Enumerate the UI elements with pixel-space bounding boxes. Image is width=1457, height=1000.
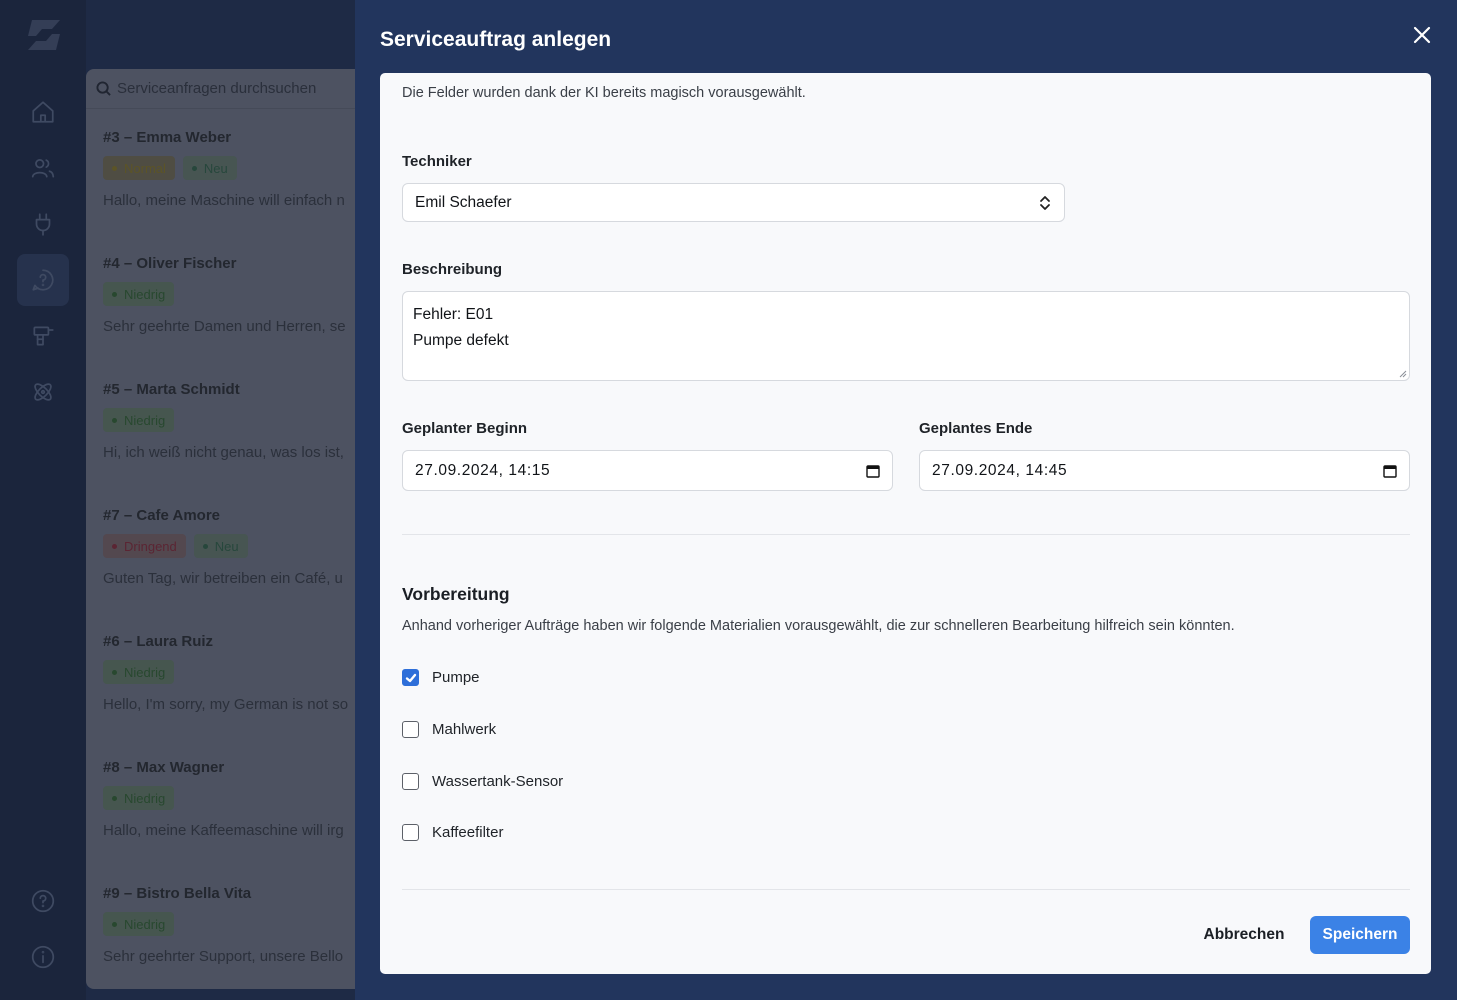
nav-users[interactable]	[17, 142, 69, 194]
list-item[interactable]: #4 – Oliver Fischer Niedrig Sehr geehrte…	[86, 235, 386, 361]
list-item-title: #3 – Emma Weber	[103, 129, 232, 146]
save-button[interactable]: Speichern	[1310, 916, 1410, 954]
priority-badge: Niedrig	[103, 282, 175, 306]
list-item-title: #6 – Laura Ruiz	[103, 633, 214, 650]
priority-badge: Dringend	[103, 534, 186, 558]
list-item[interactable]: #9 – Bistro Bella Vita Niedrig Sehr geeh…	[86, 865, 386, 989]
nav-help[interactable]	[17, 875, 69, 927]
drill-icon	[33, 326, 54, 346]
checkbox-unchecked[interactable]	[402, 773, 419, 790]
material-label: Pumpe	[432, 669, 480, 686]
nav-home[interactable]	[17, 86, 69, 138]
close-icon	[1413, 26, 1431, 44]
checkbox-checked[interactable]	[402, 669, 419, 686]
list-item-preview: Sehr geehrte Damen und Herren, se	[103, 318, 346, 335]
list-item[interactable]: #8 – Max Wagner Niedrig Hallo, meine Kaf…	[86, 739, 386, 865]
service-order-modal: Serviceauftrag anlegen Die Felder wurden…	[355, 0, 1457, 1000]
cancel-button[interactable]: Abbrechen	[1192, 916, 1296, 954]
intro-text: Die Felder wurden dank der KI bereits ma…	[402, 85, 806, 101]
modal-card: Die Felder wurden dank der KI bereits ma…	[380, 73, 1431, 974]
start-value: 27.09.2024, 14:15	[415, 461, 551, 479]
nav-info[interactable]	[17, 931, 69, 983]
info-icon	[31, 945, 55, 969]
list-item-title: #5 – Marta Schmidt	[103, 381, 240, 398]
divider	[402, 889, 1410, 890]
priority-badge: Niedrig	[103, 408, 175, 432]
list-item-title: #9 – Bistro Bella Vita	[103, 885, 252, 902]
material-label: Kaffeefilter	[432, 824, 504, 841]
technician-select[interactable]: Emil Schaefer	[402, 183, 1065, 222]
description-line: Fehler: E01	[413, 306, 494, 323]
material-checkbox-mahlwerk[interactable]: Mahlwerk	[402, 721, 496, 738]
list-item-preview: Hallo, meine Maschine will einfach n	[103, 192, 345, 209]
home-icon	[32, 101, 54, 123]
search-bar[interactable]: Serviceanfragen durchsuchen	[86, 69, 386, 109]
nav-integrations[interactable]	[17, 366, 69, 418]
list-item-preview: Hello, I'm sorry, my German is not so	[103, 696, 349, 713]
list-item[interactable]: #7 – Cafe Amore Dringend Neu Guten Tag, …	[86, 487, 386, 613]
search-icon	[96, 81, 111, 96]
technician-label: Techniker	[402, 153, 472, 170]
check-icon	[405, 673, 416, 682]
divider	[402, 534, 1410, 535]
list-item[interactable]: #3 – Emma Weber Normal Neu Hallo, meine …	[86, 109, 386, 235]
list-item-preview: Hallo, meine Kaffeemaschine will irg	[103, 822, 344, 839]
start-label: Geplanter Beginn	[402, 420, 528, 437]
status-badge: Neu	[182, 156, 237, 180]
checkbox-unchecked[interactable]	[402, 824, 419, 841]
nav-rail	[0, 0, 86, 1000]
priority-badge: Niedrig	[103, 912, 175, 936]
modal-title: Serviceauftrag anlegen	[380, 28, 612, 51]
list-item[interactable]: #5 – Marta Schmidt Niedrig Hi, ich weiß …	[86, 361, 386, 487]
list-item[interactable]: #6 – Laura Ruiz Niedrig Hello, I'm sorry…	[86, 613, 386, 739]
calendar-icon[interactable]	[866, 464, 880, 478]
status-badge: Neu	[193, 534, 248, 558]
list-item-preview: Hi, ich weiß nicht genau, was los ist,	[103, 444, 344, 461]
preparation-title: Vorbereitung	[402, 584, 510, 604]
end-datetime-input[interactable]: 27.09.2024, 14:45	[919, 450, 1410, 491]
list-item-preview: Sehr geehrter Support, unsere Bello	[103, 948, 344, 965]
chat-help-icon	[32, 269, 54, 291]
search-input[interactable]: Serviceanfragen durchsuchen	[117, 80, 316, 97]
end-label: Geplantes Ende	[919, 420, 1033, 437]
logo-icon	[28, 20, 60, 50]
start-datetime-input[interactable]: 27.09.2024, 14:15	[402, 450, 893, 491]
resize-grip-icon[interactable]	[1398, 369, 1407, 378]
priority-badge: Niedrig	[103, 660, 175, 684]
users-icon	[31, 159, 55, 178]
description-label: Beschreibung	[402, 261, 503, 278]
help-circle-icon	[31, 889, 55, 913]
list-item-title: #4 – Oliver Fischer	[103, 255, 237, 272]
material-label: Mahlwerk	[432, 721, 497, 738]
calendar-icon[interactable]	[1383, 464, 1397, 478]
chevron-up-down-icon	[1040, 195, 1050, 210]
nav-tools[interactable]	[17, 310, 69, 362]
material-checkbox-pumpe[interactable]: Pumpe	[402, 669, 480, 686]
description-textarea[interactable]: Fehler: E01 Pumpe defekt	[402, 291, 1410, 381]
checkbox-unchecked[interactable]	[402, 721, 419, 738]
list-item-title: #7 – Cafe Amore	[103, 507, 220, 524]
nav-requests[interactable]	[17, 254, 69, 306]
priority-badge: Normal	[103, 156, 175, 180]
request-list: Serviceanfragen durchsuchen #3 – Emma We…	[86, 69, 386, 989]
list-item-preview: Guten Tag, wir betreiben ein Café, u	[103, 570, 343, 587]
nav-plug[interactable]	[17, 198, 69, 250]
material-checkbox-kaffeefilter[interactable]: Kaffeefilter	[402, 824, 503, 841]
plug-icon	[35, 213, 51, 236]
atom-icon	[34, 383, 52, 401]
material-checkbox-wassertank-sensor[interactable]: Wassertank-Sensor	[402, 773, 563, 790]
end-value: 27.09.2024, 14:45	[932, 461, 1068, 479]
description-line: Pumpe defekt	[413, 332, 509, 349]
preparation-description: Anhand vorheriger Aufträge haben wir fol…	[402, 618, 1235, 634]
technician-value: Emil Schaefer	[415, 193, 512, 211]
list-item-title: #8 – Max Wagner	[103, 759, 225, 776]
priority-badge: Niedrig	[103, 786, 175, 810]
material-label: Wassertank-Sensor	[432, 773, 564, 790]
close-button[interactable]	[1411, 24, 1433, 46]
